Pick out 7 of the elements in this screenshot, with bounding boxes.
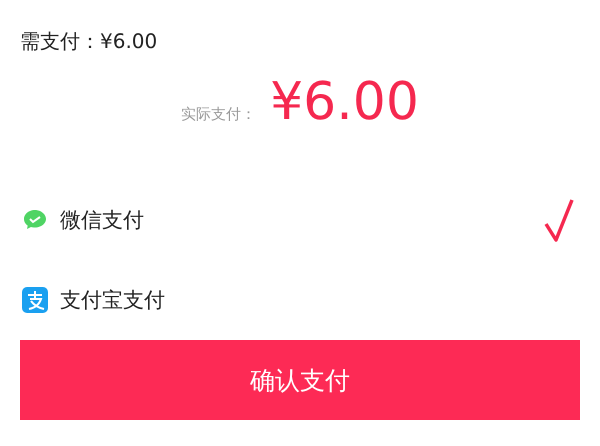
confirm-payment-button[interactable]: 确认支付	[20, 340, 580, 420]
payment-method-option[interactable]: 微信支付	[60, 206, 544, 234]
actual-payment-amount: ¥6.00	[270, 71, 419, 134]
payment-method-option[interactable]: 支付宝支付	[60, 286, 544, 314]
actual-payment-label: 实际支付：	[181, 105, 256, 124]
amount-due: 需支付：¥6.00	[20, 28, 158, 54]
wallet-app-icon	[22, 287, 48, 313]
